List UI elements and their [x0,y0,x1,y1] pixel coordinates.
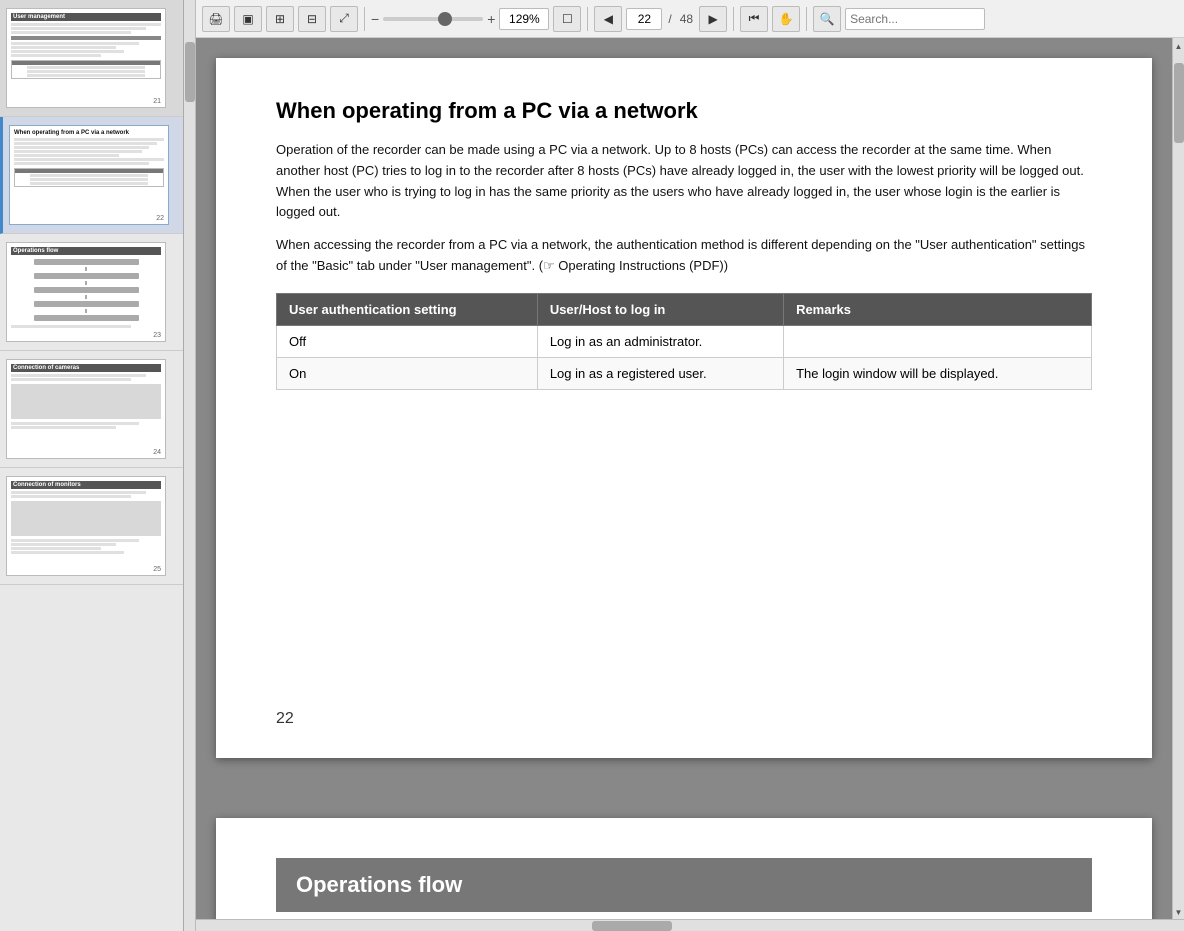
thumb-box-21: User management 21 [6,8,166,108]
thumb-page-24: 24 [153,449,161,456]
cell-setting-on: On [277,357,538,389]
zoom-input[interactable]: 129% [499,8,549,30]
zoom-slider-thumb[interactable] [438,12,452,26]
page-22-para2: When accessing the recorder from a PC vi… [276,235,1092,277]
main-scrollbar[interactable]: ▲ ▼ [1172,38,1184,919]
last-page-button[interactable]: ✋ [772,6,800,32]
thumb-title-24: Connection of cameras [11,364,161,372]
sidebar-scrollbar[interactable] [184,0,196,931]
print-button[interactable]: 🖨 [202,6,230,32]
scroll-up-arrow[interactable]: ▲ [1175,40,1183,53]
total-pages: 48 [678,12,695,26]
toolbar: 🖨 ▣ ⊞ ⊟ ⤢ − + 129% ☐ ◀ 22 / 48 ▶ ⏮ ✋ [196,0,1184,38]
rotate-button[interactable]: ⤢ [330,6,358,32]
thumb-box-25: Connection of monitors 25 [6,476,166,576]
table-header-remarks: Remarks [784,293,1092,325]
sidebar-thumb-21[interactable]: User management 21 [0,0,183,117]
pdf-page-23: Operations flow 1 Obtain the license (Re… [216,818,1152,919]
page-input[interactable]: 22 [626,8,662,30]
next-page-button[interactable]: ▶ [699,6,727,32]
facing-button[interactable]: ⊟ [298,6,326,32]
thumb-title-21: User management [11,13,161,21]
page-22-para1: Operation of the recorder can be made us… [276,140,1092,223]
scroll-down-arrow[interactable]: ▼ [1175,906,1183,919]
page-22-heading: When operating from a PC via a network [276,98,1092,124]
sidebar-thumb-22[interactable]: When operating from a PC via a network 2… [0,117,183,234]
table-row-on: On Log in as a registered user. The logi… [277,357,1092,389]
bottom-scrollbar[interactable] [196,919,1184,931]
page-view-button[interactable]: ☐ [553,6,581,32]
main-area: 🖨 ▣ ⊞ ⊟ ⤢ − + 129% ☐ ◀ 22 / 48 ▶ ⏮ ✋ [196,0,1184,931]
table-row-off: Off Log in as an administrator. [277,325,1092,357]
single-page-button[interactable]: ▣ [234,6,262,32]
main-scrollbar-thumb[interactable] [1174,63,1184,143]
thumb-page-22: 22 [156,215,164,222]
search-input[interactable] [845,8,985,30]
prev-page-button[interactable]: ◀ [594,6,622,32]
table-header-setting: User authentication setting [277,293,538,325]
thumb-title-25: Connection of monitors [11,481,161,489]
thumb-box-23: Operations flow 23 [6,242,166,342]
thumb-box-22: When operating from a PC via a network 2… [9,125,169,225]
table-header-user: User/Host to log in [537,293,783,325]
cell-user-on: Log in as a registered user. [537,357,783,389]
thumb-title-22: When operating from a PC via a network [14,130,164,136]
first-page-button[interactable]: ⏮ [740,6,768,32]
thumb-box-24: Connection of cameras 24 [6,359,166,459]
cell-remarks-on: The login window will be displayed. [784,357,1092,389]
zoom-slider-wrap: − + [371,11,495,27]
sidebar-thumb-24[interactable]: Connection of cameras 24 [0,351,183,468]
toolbar-sep-1 [364,7,365,31]
auth-table: User authentication setting User/Host to… [276,293,1092,390]
toolbar-sep-3 [733,7,734,31]
cell-setting-off: Off [277,325,538,357]
ops-flow-heading: Operations flow [276,858,1092,912]
continuous-button[interactable]: ⊞ [266,6,294,32]
content-area[interactable]: When operating from a PC via a network O… [196,38,1172,919]
cell-remarks-off [784,325,1092,357]
sidebar-thumb-23[interactable]: Operations flow 23 [0,234,183,351]
toolbar-sep-2 [587,7,588,31]
thumb-page-21: 21 [153,98,161,105]
cell-user-off: Log in as an administrator. [537,325,783,357]
thumb-page-25: 25 [153,566,161,573]
zoom-out-icon[interactable]: − [371,11,379,27]
bottom-scrollbar-thumb[interactable] [592,921,672,931]
sidebar: User management 21 When operating from a… [0,0,184,931]
sidebar-thumb-25[interactable]: Connection of monitors 25 [0,468,183,585]
toolbar-sep-4 [806,7,807,31]
zoom-in-icon[interactable]: + [487,11,495,27]
page-separator: / [666,12,673,26]
zoom-slider[interactable] [383,17,483,21]
thumb-page-23: 23 [153,332,161,339]
page-22-wrapper: When operating from a PC via a network O… [196,38,1172,798]
page-22-number: 22 [276,710,294,728]
search-button[interactable]: 🔍 [813,6,841,32]
thumb-title-23: Operations flow [11,247,161,255]
pdf-page-22: When operating from a PC via a network O… [216,58,1152,758]
sidebar-scrollbar-thumb[interactable] [185,42,195,102]
page-23-wrapper: Operations flow 1 Obtain the license (Re… [196,798,1172,919]
